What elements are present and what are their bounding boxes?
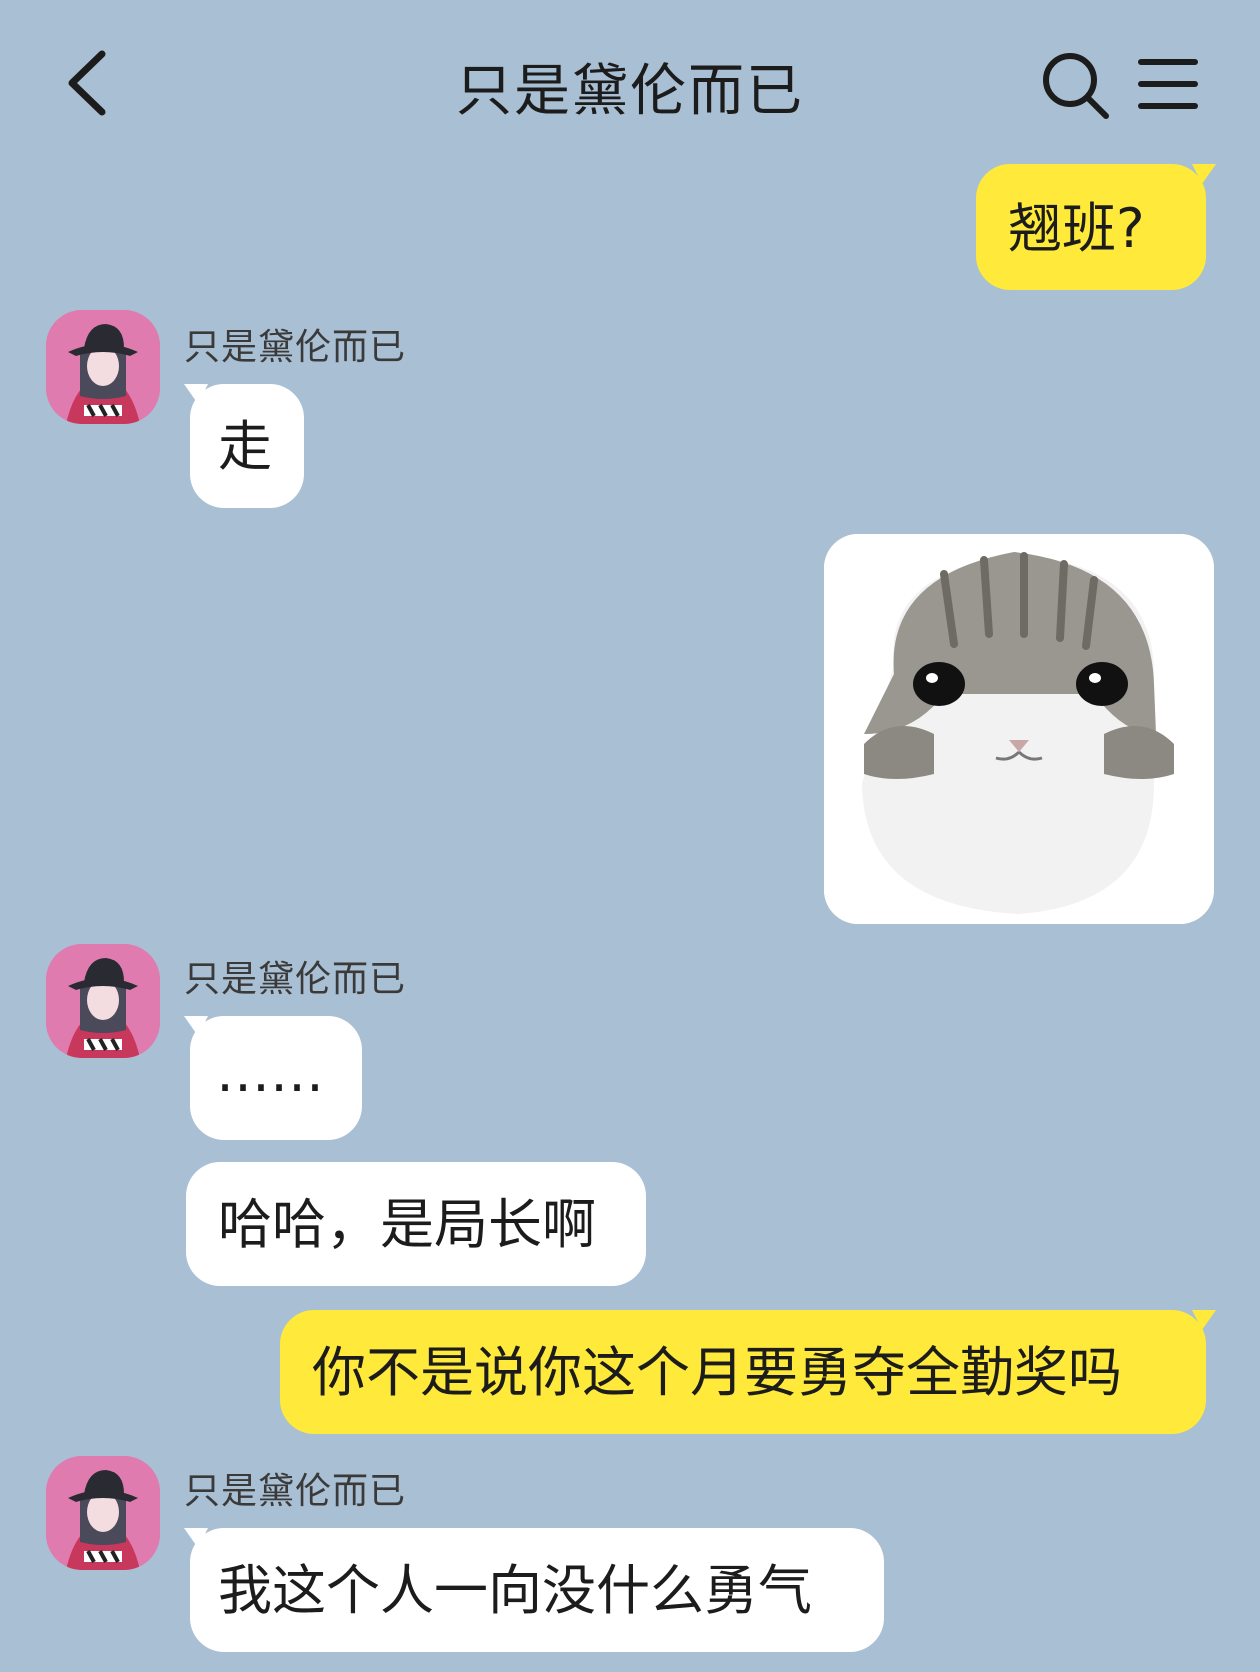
search-button[interactable] <box>1040 50 1110 120</box>
menu-button[interactable] <box>1138 56 1198 112</box>
search-icon <box>1043 53 1109 119</box>
message-bubble-incoming[interactable]: 我这个人一向没什么勇气 <box>190 1528 884 1652</box>
message-bubble-outgoing[interactable]: 翘班? <box>976 164 1206 290</box>
message-bubble-incoming[interactable]: …… <box>190 1016 362 1140</box>
bubble-tail <box>184 384 208 404</box>
message-bubble-incoming[interactable]: 哈哈，是局长啊 <box>186 1162 646 1286</box>
message-text: 我这个人一向没什么勇气 <box>218 1559 812 1622</box>
avatar[interactable] <box>46 1456 160 1570</box>
message-text: 翘班? <box>1008 197 1145 260</box>
bubble-tail <box>1192 1310 1216 1330</box>
message-text: …… <box>216 1041 324 1104</box>
message-text: 哈哈，是局长啊 <box>218 1193 596 1256</box>
message-text: 走 <box>218 415 272 478</box>
hamburger-menu-icon <box>1138 59 1198 109</box>
message-text: 你不是说你这个月要勇夺全勤奖吗 <box>312 1341 1122 1404</box>
chat-header: 只是黛伦而已 <box>0 0 1260 160</box>
sticker-image[interactable] <box>824 534 1214 924</box>
sender-name: 只是黛伦而已 <box>184 959 407 1000</box>
bubble-tail <box>184 1016 208 1036</box>
crying-cat-sticker <box>824 534 1214 924</box>
avatar[interactable] <box>46 310 160 424</box>
message-bubble-outgoing[interactable]: 你不是说你这个月要勇夺全勤奖吗 <box>280 1310 1206 1434</box>
sender-name: 只是黛伦而已 <box>184 327 407 368</box>
avatar[interactable] <box>46 944 160 1058</box>
sender-name: 只是黛伦而已 <box>184 1471 407 1512</box>
bubble-tail <box>1192 164 1216 184</box>
bubble-tail <box>184 1528 208 1548</box>
